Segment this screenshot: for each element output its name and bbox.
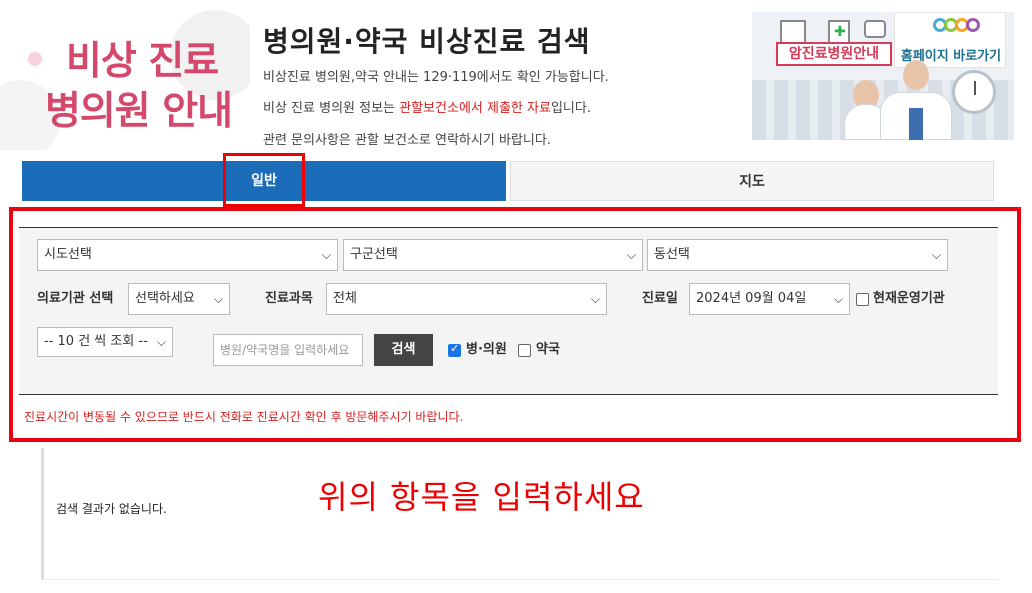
date-label: 진료일 [642, 291, 678, 306]
chevron-down-icon: ⌵ [156, 335, 166, 349]
pharmacy-label: 약국 [536, 342, 560, 357]
doctor-illustration [880, 60, 952, 140]
info-text-2: 비상 진료 병의원 정보는 관할보건소에서 제출한 자료입니다. [263, 97, 591, 116]
search-button[interactable]: 검색 [374, 334, 433, 366]
sido-select-value: 시도선택 [44, 247, 92, 262]
emergency-logo: 비상 진료 병의원 안내 [0, 10, 250, 150]
info-text-2-prefix: 비상 진료 병의원 정보는 [263, 101, 400, 116]
clock-icon [952, 70, 996, 114]
search-tabs: 일반 지도 [22, 161, 994, 201]
pharmacy-checkbox[interactable] [518, 344, 531, 357]
visit-notice: 진료시간이 변동될 수 있으므로 반드시 전화로 진료시간 확인 후 방문해주시… [24, 410, 464, 424]
facility-type-select[interactable]: 선택하세요 ⌵ [128, 283, 230, 315]
date-select[interactable]: 2024년 09월 04일 ⌵ [689, 283, 850, 315]
logo-text-line2: 병의원 안내 [45, 89, 233, 134]
no-results-message: 검색 결과가 없습니다. [56, 502, 167, 516]
gugun-select-value: 구군선택 [350, 247, 398, 262]
clinic-label: 병·의원 [466, 342, 507, 357]
tab-general[interactable]: 일반 [22, 161, 506, 201]
department-select[interactable]: 전체 ⌵ [326, 283, 607, 315]
chevron-down-icon: ⌵ [213, 292, 223, 306]
clinic-checkbox[interactable] [448, 342, 461, 357]
search-panel: 시도선택 ⌵ 구군선택 ⌵ 동선택 ⌵ 의료기관 선택 선택하세요 ⌵ 진료과목… [19, 227, 998, 395]
date-value: 2024년 09월 04일 [696, 291, 807, 306]
chevron-down-icon: ⌵ [931, 248, 941, 262]
facility-type-label: 의료기관 선택 [37, 291, 114, 306]
logo-text-line1: 비상 진료 [66, 39, 219, 84]
instruction-annotation: 위의 항목을 입력하세요 [318, 478, 645, 516]
info-text-2-suffix: 입니다. [550, 101, 591, 116]
open-now-label: 현재운영기관 [873, 291, 945, 306]
sido-select[interactable]: 시도선택 ⌵ [37, 239, 338, 271]
dong-select[interactable]: 동선택 ⌵ [647, 239, 948, 271]
header-banner: ✚ 암진료병원안내 홈페이지 바로가기 [752, 12, 1014, 140]
dong-select-value: 동선택 [654, 247, 690, 262]
site-logo-icon [933, 16, 983, 40]
facility-type-value: 선택하세요 [135, 291, 195, 306]
ambulance-icon [864, 20, 886, 38]
page: 비상 진료 병의원 안내 병의원·약국 비상진료 검색 비상진료 병의원,약국 … [0, 0, 1032, 593]
chevron-down-icon: ⌵ [590, 292, 600, 306]
chevron-down-icon: ⌵ [833, 292, 843, 306]
department-value: 전체 [333, 291, 357, 306]
info-text-3: 관련 문의사항은 관할 보건소로 연락하시기 바랍니다. [263, 133, 551, 148]
rows-per-page-select[interactable]: -- 10 건 씩 조회 -- ⌵ [37, 327, 173, 357]
info-text-1: 비상진료 병의원,약국 안내는 129·119에서도 확인 가능합니다. [263, 70, 609, 85]
name-search-input[interactable]: 병원/약국명을 입력하세요 [213, 334, 363, 366]
logo-decor-dot [28, 52, 42, 66]
chevron-down-icon: ⌵ [321, 248, 331, 262]
chevron-down-icon: ⌵ [626, 248, 636, 262]
cancer-hospital-guide-button[interactable]: 암진료병원안내 [776, 42, 892, 66]
info-text-2-highlight: 관할보건소에서 제출한 자료 [399, 101, 551, 116]
open-now-checkbox[interactable] [856, 293, 869, 306]
gugun-select[interactable]: 구군선택 ⌵ [343, 239, 643, 271]
department-label: 진료과목 [265, 291, 313, 306]
rows-per-page-value: -- 10 건 씩 조회 -- [44, 334, 148, 349]
page-title: 병의원·약국 비상진료 검색 [263, 25, 591, 58]
page-title-block: 병의원·약국 비상진료 검색 [263, 20, 591, 60]
tab-map[interactable]: 지도 [510, 161, 994, 201]
